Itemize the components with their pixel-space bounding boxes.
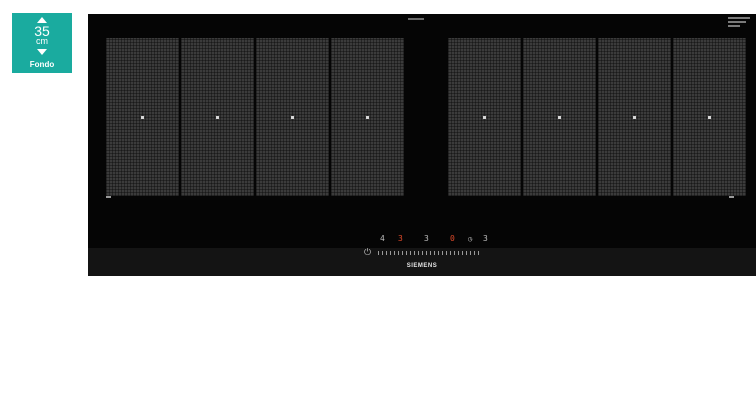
level-display-1: 4 (380, 234, 385, 243)
zone-center-mark (216, 116, 219, 119)
zone-center-mark (558, 116, 561, 119)
power-slider (378, 251, 482, 255)
depth-unit: cm (36, 36, 48, 46)
zone-center-mark (708, 116, 711, 119)
top-logo-mark (408, 18, 424, 20)
cooking-zone (331, 38, 404, 196)
cooking-zone (523, 38, 596, 196)
zone-center-mark (291, 116, 294, 119)
depth-selector[interactable]: 35 cm Fondo (12, 13, 72, 73)
zone-center-mark (483, 116, 486, 119)
timer-icon: ◷ (468, 235, 473, 243)
cooking-zone (256, 38, 329, 196)
zone-center-mark (633, 116, 636, 119)
zone-center-mark (366, 116, 369, 119)
level-display-2: 3 (398, 234, 403, 243)
cooktop-image: 4 3 3 0 ◷ 3 ⏻ SIEMENS (88, 14, 756, 276)
power-icon: ⏻ (364, 247, 372, 257)
zone-marker-left (106, 196, 111, 198)
brand-logo: SIEMENS (406, 263, 438, 269)
zone-marker-right (729, 196, 734, 198)
arrow-down-icon[interactable] (37, 49, 47, 55)
level-display-4: 0 (450, 234, 455, 243)
top-right-label (728, 17, 750, 29)
cooking-zone (598, 38, 671, 196)
depth-label: Fondo (29, 60, 55, 69)
cooking-zone (448, 38, 521, 196)
zone-center-mark (141, 116, 144, 119)
level-display-3: 3 (424, 234, 429, 243)
cooking-zone (181, 38, 254, 196)
cooking-zone (106, 38, 179, 196)
cooking-zone (673, 38, 746, 196)
level-display-5: 3 (483, 234, 488, 243)
